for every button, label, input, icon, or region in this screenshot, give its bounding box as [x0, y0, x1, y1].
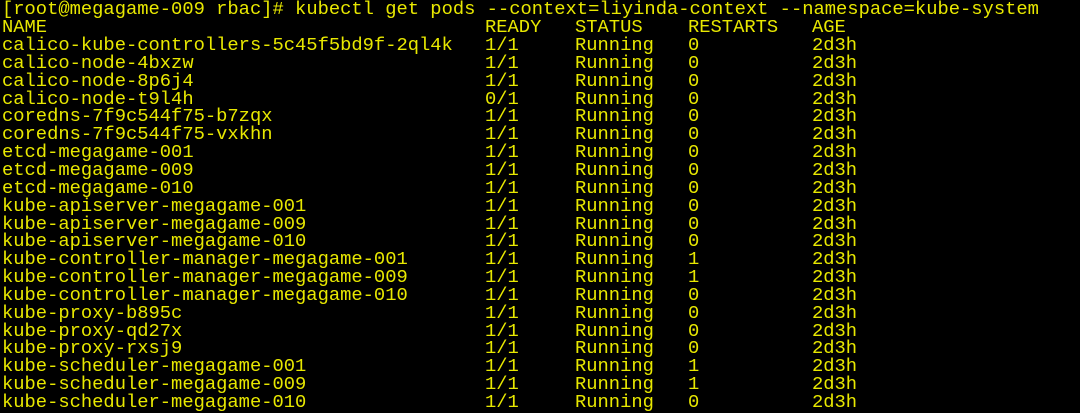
- pod-restarts: 0: [688, 194, 700, 217]
- pod-status: Running: [575, 391, 654, 413]
- pod-row: kube-scheduler-megagame-010 1/1 Running 0 2d…: [2, 391, 1080, 413]
- pod-age: 2d3h: [812, 69, 858, 92]
- pod-name: calico-node-8p6j4: [2, 69, 194, 92]
- pod-restarts: 0: [688, 391, 700, 413]
- pod-name: kube-apiserver-megagame-001: [2, 194, 307, 217]
- pod-row: calico-node-8p6j4 1/1 Running 0 2d3h: [2, 69, 1080, 92]
- pod-row: kube-apiserver-megagame-001 1/1 Running 0 2d…: [2, 194, 1080, 217]
- pod-status: Running: [575, 194, 654, 217]
- pod-ready: 1/1: [485, 391, 519, 413]
- pod-status: Running: [575, 69, 654, 92]
- command-text: kubectl get pods --context=liyinda-conte…: [295, 0, 1039, 20]
- pod-restarts: 0: [688, 69, 700, 92]
- pod-ready: 1/1: [485, 194, 519, 217]
- pod-name: kube-scheduler-megagame-010: [2, 391, 307, 413]
- header-restarts: RESTARTS: [688, 16, 779, 38]
- pod-age: 2d3h: [812, 194, 858, 217]
- pod-ready: 1/1: [485, 69, 519, 92]
- pod-age: 2d3h: [812, 391, 858, 413]
